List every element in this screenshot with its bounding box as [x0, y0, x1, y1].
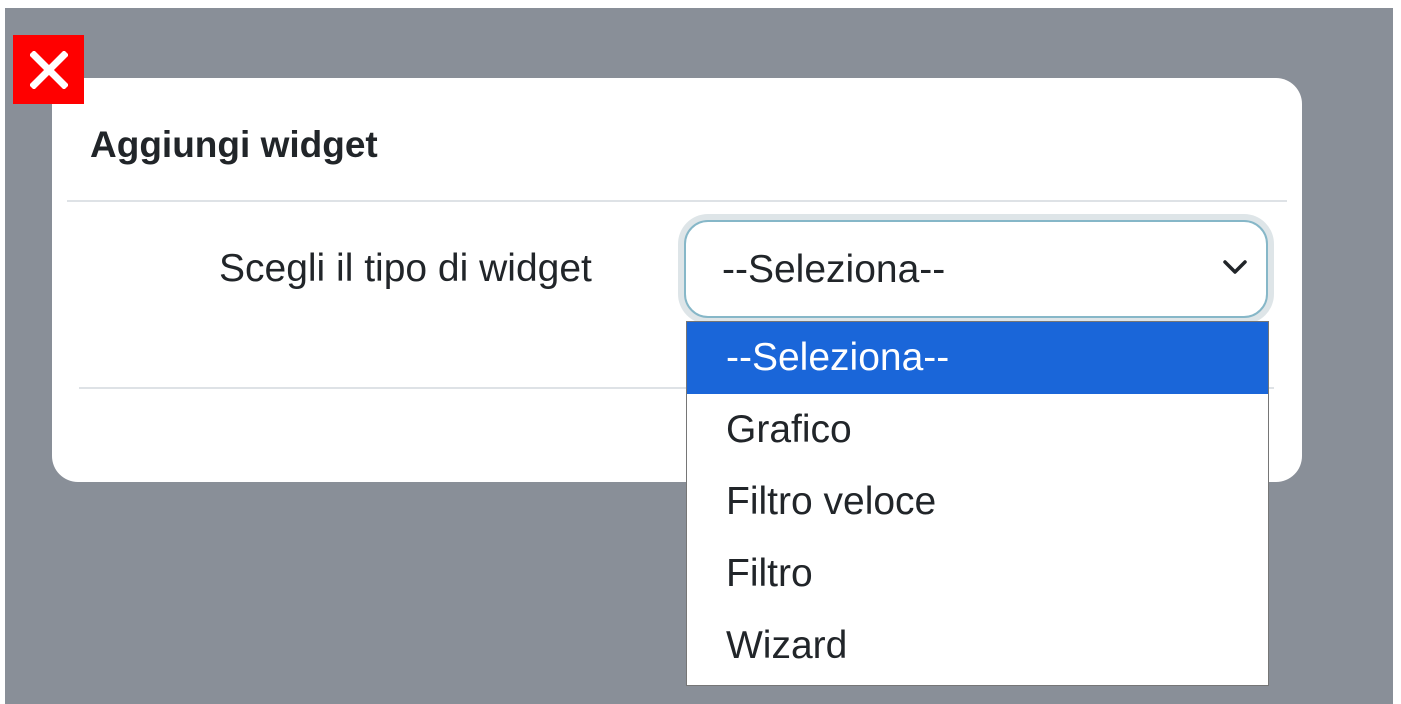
- widget-type-dropdown: --Seleziona-- Grafico Filtro veloce Filt…: [686, 321, 1269, 686]
- option-filtro[interactable]: Filtro: [687, 538, 1268, 610]
- widget-type-label: Scegli il tipo di widget: [219, 247, 592, 290]
- chevron-down-icon: [1223, 260, 1247, 274]
- option-wizard[interactable]: Wizard: [687, 610, 1268, 682]
- select-value: --Seleziona--: [722, 248, 946, 291]
- close-button[interactable]: [13, 35, 84, 104]
- widget-type-select[interactable]: --Seleziona--: [684, 220, 1268, 318]
- close-icon: [29, 50, 68, 89]
- option-filtro-veloce[interactable]: Filtro veloce: [687, 466, 1268, 538]
- header-divider: [67, 200, 1287, 202]
- option-seleziona[interactable]: --Seleziona--: [687, 322, 1268, 394]
- modal-title: Aggiungi widget: [90, 124, 378, 165]
- option-grafico[interactable]: Grafico: [687, 394, 1268, 466]
